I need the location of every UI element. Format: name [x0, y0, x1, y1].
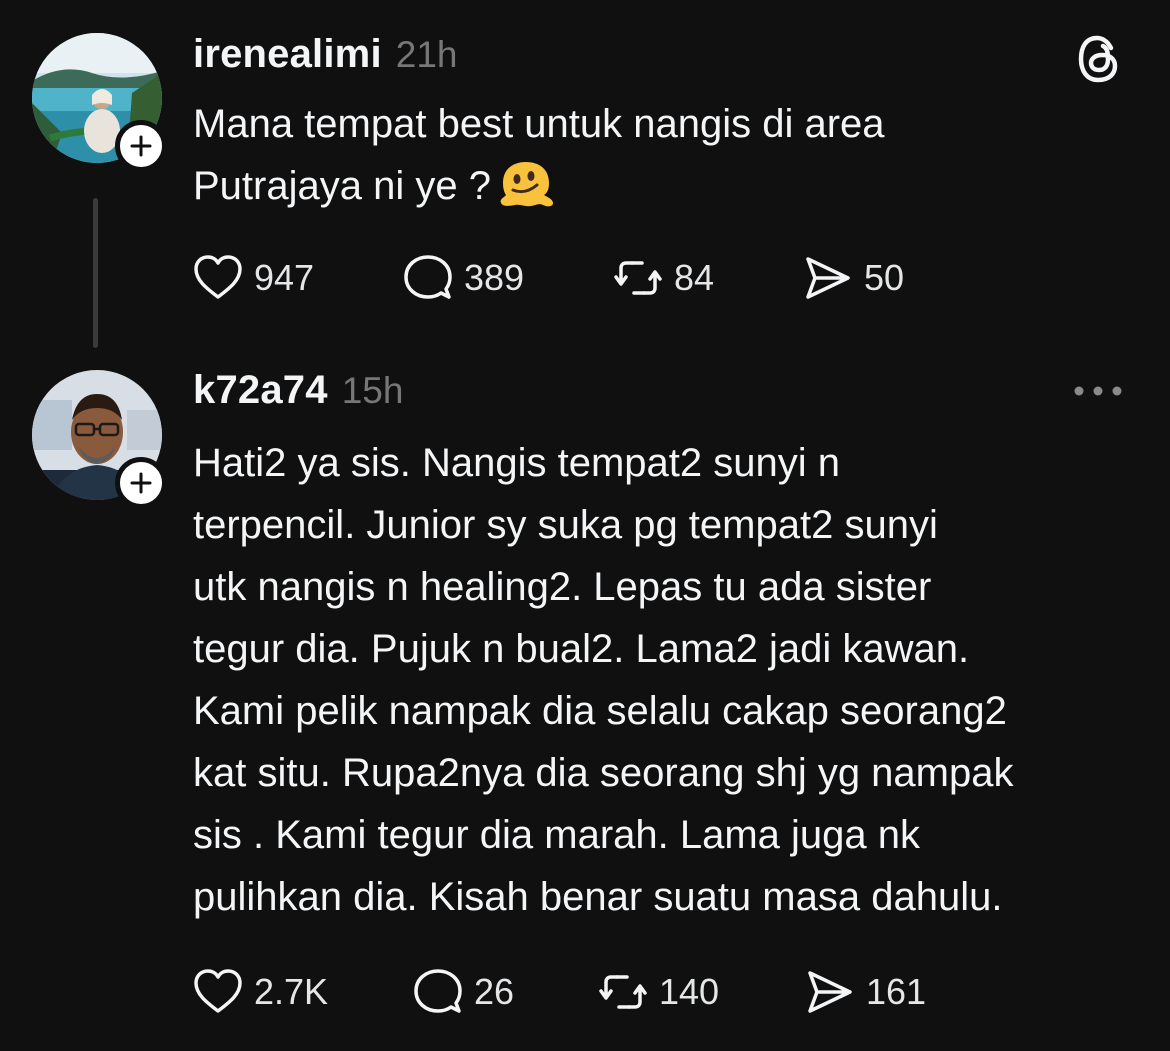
post-text-line: kat situ. Rupa2nya dia seorang shj yg na…: [193, 751, 1014, 795]
post-text-line: sis . Kami tegur dia marah. Lama juga nk: [193, 813, 921, 857]
post-text-line-wrap: Putrajaya ni ye ?: [193, 155, 1143, 227]
thread-connector-line: [93, 198, 98, 348]
send-icon: [808, 971, 852, 1013]
username[interactable]: irenealimi: [193, 32, 382, 77]
post-text-line: tegur dia. Pujuk n bual2. Lama2 jadi kaw…: [193, 627, 970, 671]
avatar-container: [32, 370, 167, 509]
thread-post: k72a74 15h Hati2 ya sis. Nangis tempat2 …: [0, 350, 1170, 1051]
post-text-line: Hati2 ya sis. Nangis tempat2 sunyi n: [193, 441, 840, 485]
follow-button[interactable]: [115, 120, 167, 172]
share-button[interactable]: 50: [802, 253, 904, 303]
repost-button[interactable]: 140: [597, 967, 719, 1017]
repost-button[interactable]: 84: [612, 253, 714, 303]
reply-count: 389: [464, 257, 525, 298]
comment-icon: [414, 969, 462, 1013]
post-text-line: utk nangis n healing2. Lepas tu ada sist…: [193, 565, 932, 609]
like-count: 947: [254, 257, 315, 298]
follow-button[interactable]: [115, 457, 167, 509]
comment-icon: [404, 255, 452, 299]
send-icon: [806, 257, 850, 299]
repost-count: 84: [674, 257, 715, 298]
thread-post: irenealimi 21h Mana tempat best untuk na…: [0, 0, 1170, 350]
share-count: 50: [864, 257, 905, 298]
reply-button[interactable]: 26: [412, 967, 514, 1017]
timestamp: 15h: [341, 370, 404, 411]
share-count: 161: [866, 971, 927, 1012]
post-text-line: terpencil. Junior sy suka pg tempat2 sun…: [193, 503, 938, 547]
like-button[interactable]: 2.7K: [192, 967, 328, 1017]
repost-icon: [614, 261, 662, 295]
melting-face-emoji: [497, 159, 555, 227]
threads-logo-icon: [1074, 33, 1124, 85]
plus-icon: [130, 135, 152, 157]
like-count: 2.7K: [254, 971, 329, 1012]
share-button[interactable]: 161: [804, 967, 926, 1017]
post-header: k72a74 15h: [193, 368, 403, 413]
timestamp: 21h: [395, 34, 458, 75]
more-options-icon[interactable]: [1070, 378, 1126, 404]
post-text: Hati2 ya sis. Nangis tempat2 sunyi n ter…: [193, 432, 1143, 928]
avatar-container: [32, 33, 167, 172]
post-header: irenealimi 21h: [193, 32, 458, 77]
repost-count: 140: [659, 971, 720, 1012]
plus-icon: [130, 472, 152, 494]
post-text-line: Putrajaya ni ye ?: [193, 164, 491, 208]
post-actions: 2.7K 26 140 161: [192, 967, 1092, 1017]
post-text-line: pulihkan dia. Kisah benar suatu masa dah…: [193, 875, 1003, 919]
post-text-line: Mana tempat best untuk nangis di area: [193, 102, 885, 146]
heart-icon: [194, 255, 242, 299]
reply-button[interactable]: 389: [402, 253, 524, 303]
reply-count: 26: [474, 971, 515, 1012]
post-actions: 947 389 84 50: [192, 253, 1092, 303]
username[interactable]: k72a74: [193, 368, 328, 413]
like-button[interactable]: 947: [192, 253, 314, 303]
repost-icon: [599, 975, 647, 1009]
post-text: Mana tempat best untuk nangis di area Pu…: [193, 93, 1143, 227]
heart-icon: [194, 969, 242, 1013]
post-text-line: Kami pelik nampak dia selalu cakap seora…: [193, 689, 1007, 733]
